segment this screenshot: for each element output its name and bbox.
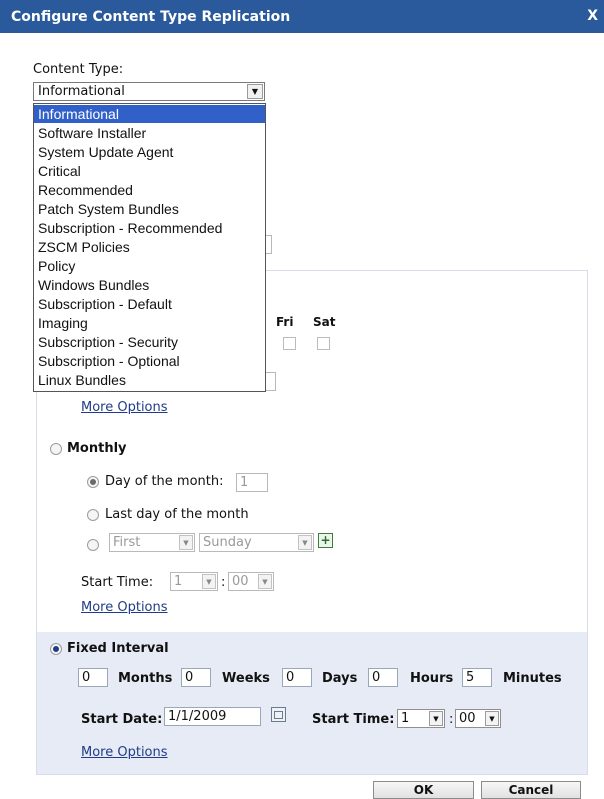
monthly-radio[interactable] [50,443,62,455]
weekly-more-options-link[interactable]: More Options [81,400,168,415]
dropdown-option[interactable]: Subscription - Default [34,295,265,313]
monthly-minute-value: 00 [232,574,249,589]
dropdown-option[interactable]: Patch System Bundles [34,200,265,218]
dropdown-option[interactable]: System Update Agent [34,143,265,161]
dropdown-option[interactable]: Recommended [34,181,265,199]
fixed-start-time-label: Start Time: [312,712,395,727]
chevron-down-icon[interactable]: ▼ [202,574,216,589]
months-input[interactable]: 0 [78,668,108,687]
dropdown-option[interactable]: Linux Bundles [34,371,265,389]
dialog-title: Configure Content Type Replication [11,9,291,25]
day-of-month-input[interactable]: 1 [236,473,268,492]
chevron-down-icon[interactable]: ▼ [485,711,499,726]
dropdown-option[interactable]: Critical [34,162,265,180]
monthly-label: Monthly [67,441,127,456]
minutes-input[interactable]: 5 [462,668,492,687]
dropdown-option[interactable]: Informational [34,105,265,123]
fixed-minute-select[interactable]: 00 ▼ [455,709,501,728]
chevron-down-icon[interactable]: ▼ [179,535,193,550]
dropdown-option[interactable]: Policy [34,257,265,275]
chevron-down-icon[interactable]: ▼ [298,535,312,550]
start-date-input[interactable]: 1/1/2009 [164,707,261,726]
weekday-value: Sunday [203,535,252,550]
content-type-label: Content Type: [33,62,124,77]
dropdown-option[interactable]: ZSCM Policies [34,238,265,256]
monthly-more-options-link[interactable]: More Options [81,600,168,615]
day-header-fri: Fri [276,315,294,329]
ok-button[interactable]: OK [373,781,474,799]
months-label: Months [118,671,173,686]
days-label: Days [322,671,358,686]
chevron-down-icon[interactable]: ▼ [258,574,272,589]
weekday-select[interactable]: Sunday ▼ [199,533,314,552]
day-of-month-radio[interactable] [87,476,99,488]
content-type-dropdown-list[interactable]: Informational Software Installer System … [33,103,266,392]
calendar-icon[interactable] [271,707,286,722]
dropdown-option[interactable]: Software Installer [34,124,265,142]
content-type-select[interactable]: Informational ▼ [33,82,265,101]
fixed-interval-label: Fixed Interval [67,641,169,656]
week-ordinal-value: First [113,535,141,550]
sat-checkbox[interactable] [317,337,330,350]
minutes-label: Minutes [503,671,562,686]
last-day-radio[interactable] [87,509,99,521]
fri-checkbox[interactable] [283,337,296,350]
monthly-start-time-label: Start Time: [81,575,154,590]
dropdown-option[interactable]: Subscription - Security [34,333,265,351]
day-header-sat: Sat [313,315,336,329]
last-day-label: Last day of the month [105,507,249,522]
dropdown-option[interactable]: Subscription - Optional [34,352,265,370]
weeks-label: Weeks [222,671,270,686]
week-ordinal-select[interactable]: First ▼ [109,533,195,552]
time-separator: : [449,712,454,727]
weeks-input[interactable]: 0 [181,668,211,687]
time-separator: : [221,575,226,590]
close-icon[interactable]: X [587,8,598,24]
day-of-month-label: Day of the month: [105,474,224,489]
monthly-minute-select[interactable]: 00 ▼ [228,572,274,591]
start-date-label: Start Date: [81,712,163,727]
nth-weekday-radio[interactable] [87,539,99,551]
fixed-hour-select[interactable]: 1 ▼ [397,709,445,728]
hours-label: Hours [410,671,454,686]
fixed-minute-value: 00 [459,711,476,726]
title-bar: Configure Content Type Replication X [0,0,604,33]
dropdown-option[interactable]: Windows Bundles [34,276,265,294]
hours-input[interactable]: 0 [368,668,398,687]
cancel-button[interactable]: Cancel [481,781,581,799]
chevron-down-icon[interactable]: ▼ [247,84,263,99]
fixed-interval-radio[interactable] [50,643,62,655]
days-input[interactable]: 0 [282,668,312,687]
monthly-hour-select[interactable]: 1 ▼ [170,572,218,591]
chevron-down-icon[interactable]: ▼ [429,711,443,726]
fixed-more-options-link[interactable]: More Options [81,745,168,760]
add-icon[interactable]: + [318,533,333,548]
fixed-hour-value: 1 [401,711,410,726]
monthly-hour-value: 1 [174,574,183,589]
dropdown-option[interactable]: Imaging [34,314,265,332]
dropdown-option[interactable]: Subscription - Recommended [34,219,265,237]
content-type-selected-value: Informational [38,84,125,99]
